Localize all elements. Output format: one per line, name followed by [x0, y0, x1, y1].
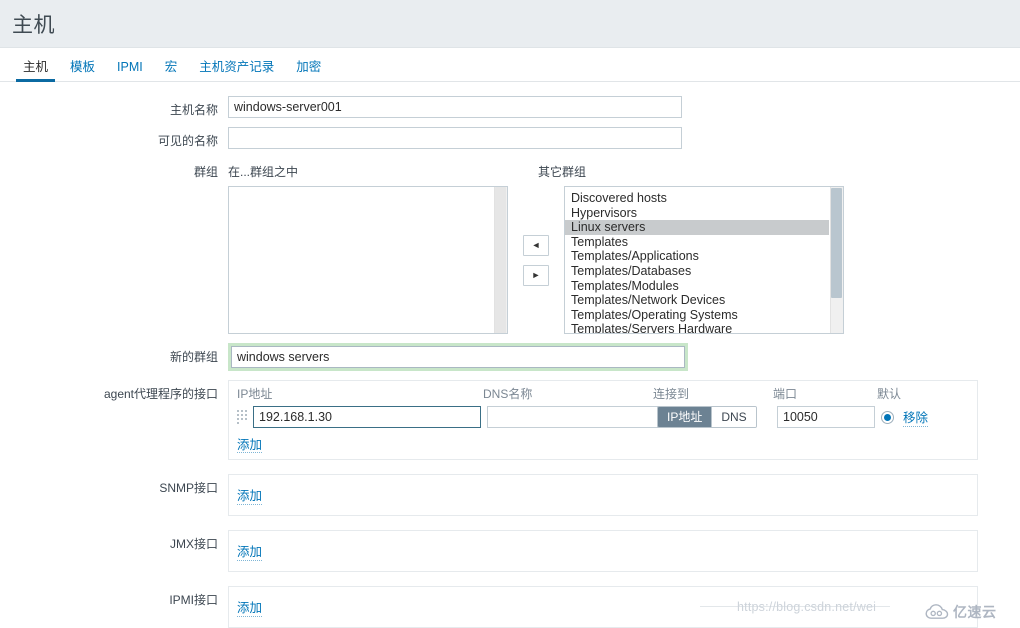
interface-dns-input[interactable]: [487, 406, 659, 428]
list-item[interactable]: Hypervisors: [565, 206, 829, 221]
table-row: IP地址 DNS 移除: [229, 403, 977, 431]
list-item[interactable]: Templates/Network Devices: [565, 293, 829, 308]
tab-host-inventory[interactable]: 主机资产记录: [188, 60, 285, 82]
visible-name-label: 可见的名称: [157, 134, 218, 148]
agent-interface-add-link[interactable]: 添加: [237, 438, 263, 453]
tab-templates[interactable]: 模板: [59, 60, 106, 82]
tab-bar: 主机 模板 IPMI 宏 主机资产记录 加密: [0, 48, 1020, 82]
in-groups-scroll-thumb[interactable]: [495, 187, 506, 333]
host-form: 主机名称 可见的名称 群组 在...群组之中 其它群组: [0, 82, 1020, 628]
interface-port-input[interactable]: [777, 406, 875, 428]
new-group-input[interactable]: [231, 346, 685, 368]
tab-ipmi[interactable]: IPMI: [106, 60, 154, 82]
col-header-port: 端口: [773, 386, 798, 401]
list-item[interactable]: Templates/Modules: [565, 279, 829, 294]
snmp-interface-label: SNMP接口: [159, 481, 218, 495]
visible-name-input[interactable]: [228, 127, 682, 149]
other-groups-listbox[interactable]: Discovered hosts Hypervisors Linux servers…: [564, 186, 844, 334]
in-groups-label: 在...群组之中: [228, 165, 299, 179]
field-row-visible-name: 可见的名称: [0, 127, 1020, 149]
drag-handle-icon[interactable]: [237, 408, 249, 426]
in-groups-options: [229, 187, 493, 191]
field-row-host-name: 主机名称: [0, 96, 1020, 118]
connect-to-dns-button[interactable]: DNS: [712, 407, 756, 427]
tab-host[interactable]: 主机: [12, 60, 59, 82]
ipmi-interface-add-link[interactable]: 添加: [237, 597, 263, 617]
host-name-input[interactable]: [228, 96, 682, 118]
other-groups-scroll-thumb[interactable]: [831, 188, 842, 298]
new-group-label: 新的群组: [169, 350, 218, 364]
agent-interface-header: IP地址 DNS名称 连接到 端口 默认: [229, 381, 977, 403]
in-groups-scrollbar[interactable]: [494, 187, 507, 333]
interface-remove-link[interactable]: 移除: [903, 407, 929, 427]
in-groups-listbox[interactable]: [228, 186, 508, 334]
field-row-new-group: 新的群组: [0, 343, 1020, 371]
groups-label: 群组: [193, 165, 218, 179]
jmx-interface-panel: 添加: [228, 530, 978, 572]
agent-interface-panel: IP地址 DNS名称 连接到 端口 默认 192.168.1.30 IP地址 D…: [228, 380, 978, 460]
host-name-label: 主机名称: [169, 103, 218, 117]
ipmi-interface-label: IPMI接口: [169, 593, 218, 607]
jmx-interface-label: JMX接口: [169, 537, 218, 551]
group-transfer-buttons: ◄ ►: [508, 186, 564, 334]
host-configuration-page: 主机 主机 模板 IPMI 宏 主机资产记录 加密 主机名称 可见的名称 群组: [0, 0, 1020, 628]
interface-ip-input[interactable]: [253, 406, 481, 428]
col-header-connect-to: 连接到: [653, 386, 690, 401]
arrow-left-icon[interactable]: ◄: [523, 234, 549, 256]
list-item[interactable]: Templates/Servers Hardware: [565, 322, 829, 333]
field-row-ipmi-interface: IPMI接口 添加: [0, 586, 1020, 628]
list-item[interactable]: Templates/Databases: [565, 264, 829, 279]
field-row-agent-interface: agent代理程序的接口 IP地址 DNS名称 连接到 端口 默认 192.16…: [0, 380, 1020, 460]
other-groups-options: Discovered hosts Hypervisors Linux servers…: [565, 187, 829, 333]
list-item[interactable]: Discovered hosts: [565, 191, 829, 206]
col-header-ip: IP地址: [237, 386, 273, 401]
tab-macros[interactable]: 宏: [154, 60, 189, 82]
list-item[interactable]: Linux servers: [565, 220, 829, 235]
watermark-rule: [700, 606, 890, 607]
field-row-groups: 群组 在...群组之中 其它群组 ◄ ► Discovered hosts Hy…: [0, 158, 1020, 334]
arrow-right-icon[interactable]: ►: [523, 264, 549, 286]
interface-default-radio[interactable]: [881, 410, 894, 424]
other-groups-label: 其它群组: [538, 165, 587, 179]
agent-interface-label: agent代理程序的接口: [103, 387, 218, 401]
tab-encryption[interactable]: 加密: [285, 60, 332, 82]
list-item[interactable]: Templates/Applications: [565, 249, 829, 264]
other-groups-scrollbar[interactable]: [830, 187, 843, 333]
groups-dual-list: ◄ ► Discovered hosts Hypervisors Linux ser…: [228, 186, 1020, 334]
field-row-jmx-interface: JMX接口 添加: [0, 530, 1020, 572]
list-item[interactable]: Templates/Operating Systems: [565, 308, 829, 323]
page-title: 主机: [12, 13, 55, 37]
page-header: 主机: [0, 0, 1020, 48]
connect-to-toggle: IP地址 DNS: [657, 406, 757, 428]
groups-column-headers: 在...群组之中 其它群组: [228, 158, 1020, 180]
connect-to-ip-button[interactable]: IP地址: [658, 407, 713, 427]
ipmi-interface-panel: 添加: [228, 586, 978, 628]
snmp-interface-add-link[interactable]: 添加: [237, 485, 263, 505]
list-item[interactable]: Templates: [565, 235, 829, 250]
col-header-default: 默认: [877, 386, 902, 401]
jmx-interface-add-link[interactable]: 添加: [237, 541, 263, 561]
snmp-interface-panel: 添加: [228, 474, 978, 516]
field-row-snmp-interface: SNMP接口 添加: [0, 474, 1020, 516]
new-group-highlight: [228, 343, 688, 371]
col-header-dns: DNS名称: [483, 386, 533, 401]
